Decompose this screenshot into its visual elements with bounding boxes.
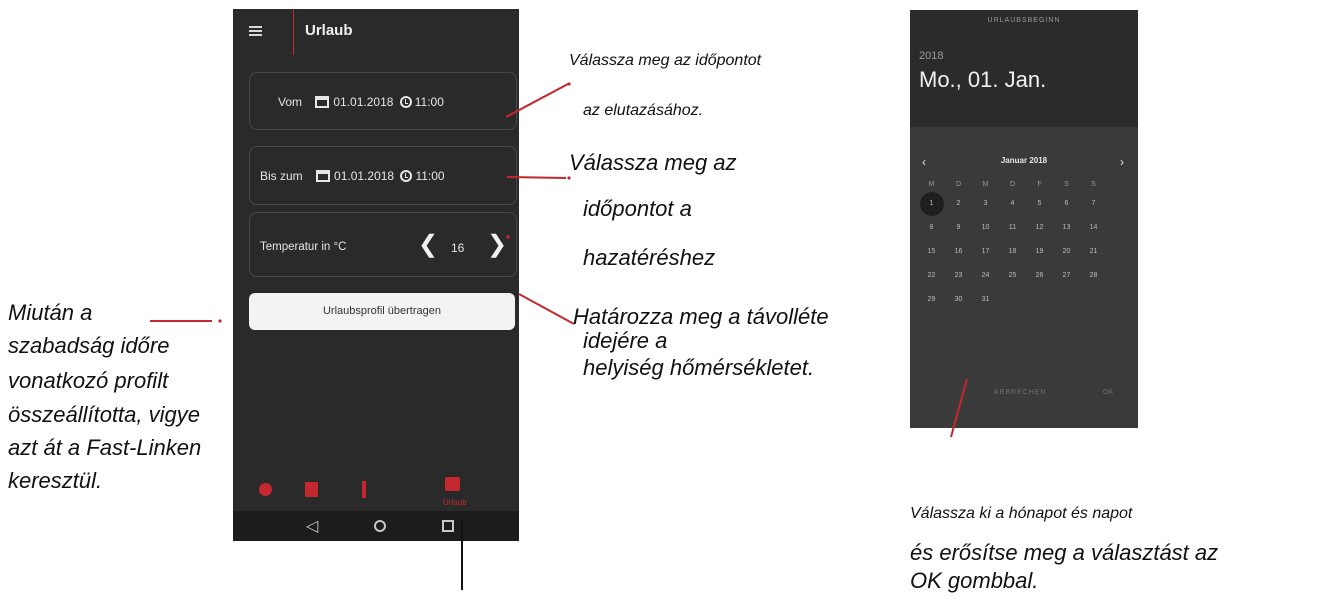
note-text: Miután a — [8, 300, 93, 325]
connector-line — [505, 83, 569, 118]
note-text: helyiség hőmérsékletet. — [583, 355, 815, 380]
connector-dot — [506, 235, 510, 239]
note-text: Határozza meg a távolléte — [573, 304, 829, 329]
connector-line — [518, 293, 575, 325]
note-text: Válassza meg az időpontot — [569, 52, 762, 69]
note-text: időpontot a — [583, 196, 692, 221]
note-text: összeállította, vigye — [8, 402, 200, 427]
annotation-lines — [150, 82, 968, 590]
note-text: idejére a — [583, 328, 668, 353]
note-text: szabadság időre — [8, 333, 170, 358]
note-text: Válassza meg az — [569, 150, 737, 175]
note-text: keresztül. — [8, 468, 103, 493]
connector-line — [950, 378, 968, 438]
connector-dot — [567, 82, 571, 86]
connector-line — [506, 176, 567, 179]
note-text: OK gombbal. — [910, 568, 1039, 593]
connector-dot — [218, 319, 222, 323]
note-text: azt át a Fast-Linken — [8, 435, 202, 460]
note-text: az elutazásához. — [583, 102, 704, 119]
connector-dot — [567, 176, 571, 180]
note-text: hazatéréshez — [583, 245, 716, 270]
note-text: vonatkozó profilt — [8, 368, 169, 393]
note-text: Válassza ki a hónapot és napot — [910, 505, 1133, 522]
note-text: és erősítse meg a választást az — [910, 540, 1219, 565]
